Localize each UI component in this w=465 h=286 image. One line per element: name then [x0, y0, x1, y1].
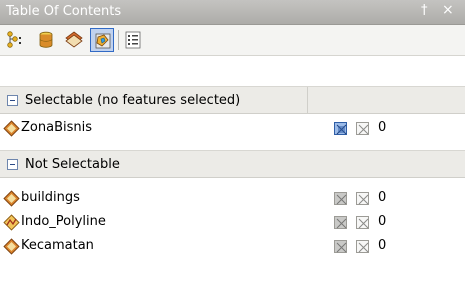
selectable-checkbox[interactable]	[334, 216, 347, 229]
options-button[interactable]	[121, 28, 145, 52]
group-label: Selectable (no features selected)	[25, 93, 241, 108]
layer-name: buildings	[21, 190, 80, 205]
show-selection-checkbox[interactable]	[356, 240, 369, 253]
group-not-selectable[interactable]: Not Selectable	[0, 150, 465, 178]
list-by-source-button[interactable]	[34, 28, 58, 52]
selectable-checkbox[interactable]	[334, 192, 347, 205]
close-icon[interactable]: ×	[442, 2, 454, 18]
layer-name: ZonaBisnis	[21, 120, 92, 135]
show-selection-checkbox[interactable]	[356, 216, 369, 229]
show-selection-checkbox[interactable]	[356, 122, 369, 135]
list-by-drawing-order-button[interactable]	[4, 28, 28, 52]
panel-title: Table Of Contents	[6, 4, 122, 19]
toc-toolbar	[0, 25, 465, 56]
layer-row[interactable]: Kecamatan 0	[0, 235, 465, 258]
panel-title-bar[interactable]: Table Of Contents † ×	[0, 0, 465, 25]
layer-name: Kecamatan	[21, 238, 94, 253]
options-icon	[125, 31, 141, 49]
selection-count: 0	[378, 120, 387, 135]
toolbar-separator	[118, 30, 119, 50]
selectable-checkbox[interactable]	[334, 122, 347, 135]
show-selection-checkbox[interactable]	[356, 192, 369, 205]
layer-row[interactable]: Indo_Polyline 0	[0, 211, 465, 234]
selection-count: 0	[378, 214, 387, 229]
pin-icon[interactable]: †	[421, 3, 428, 18]
list-by-visibility-button[interactable]	[62, 28, 86, 52]
list-by-visibility-icon	[65, 31, 83, 48]
collapse-toggle[interactable]	[7, 159, 18, 170]
layer-row[interactable]: ZonaBisnis 0	[0, 117, 465, 140]
polygon-layer-icon	[3, 238, 20, 255]
list-by-selection-icon	[95, 33, 111, 49]
selection-count: 0	[378, 190, 387, 205]
column-divider	[307, 87, 308, 114]
selectable-checkbox[interactable]	[334, 240, 347, 253]
polyline-layer-icon	[3, 214, 20, 231]
layer-row[interactable]: buildings 0	[0, 187, 465, 210]
selection-count: 0	[378, 238, 387, 253]
list-by-selection-button[interactable]	[90, 28, 114, 52]
list-by-source-icon	[39, 31, 53, 48]
group-selectable[interactable]: Selectable (no features selected)	[0, 86, 465, 114]
group-label: Not Selectable	[25, 157, 120, 172]
polygon-layer-icon	[3, 190, 20, 207]
polygon-layer-icon	[3, 120, 20, 137]
collapse-toggle[interactable]	[7, 95, 18, 106]
layer-name: Indo_Polyline	[21, 214, 106, 229]
list-by-drawing-order-icon	[7, 31, 21, 48]
